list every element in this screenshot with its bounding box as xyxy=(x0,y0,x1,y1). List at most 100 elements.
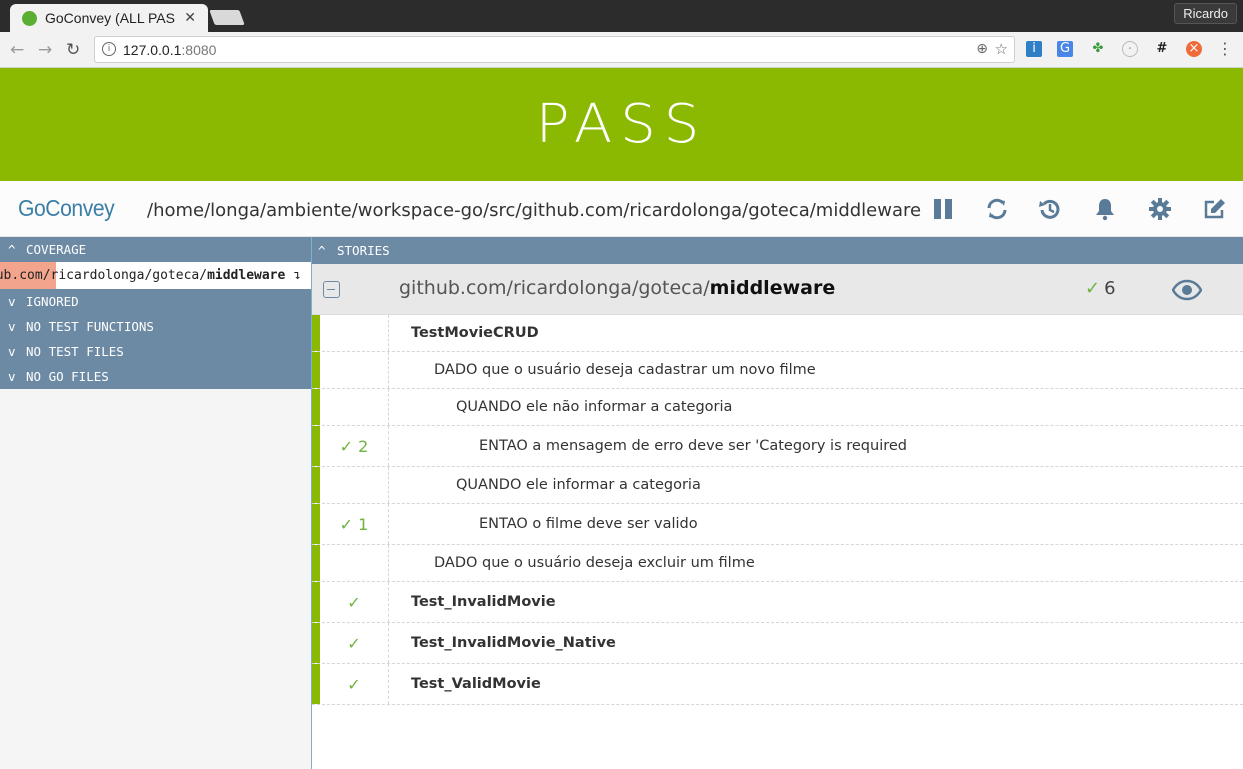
bookmark-star-icon[interactable]: ☆ xyxy=(995,40,1008,58)
extension-4-icon[interactable]: · xyxy=(1122,41,1138,57)
package-row: github.com/ricardolonga/goteca/middlewar… xyxy=(312,264,1243,315)
story-row: ✓ Test_InvalidMovie xyxy=(312,582,1243,623)
story-row: QUANDO ele informar a categoria xyxy=(312,467,1243,504)
collapse-icon[interactable] xyxy=(323,281,340,298)
section-label: NO TEST FILES xyxy=(26,344,124,359)
extension-6-icon[interactable]: × xyxy=(1186,41,1202,57)
controls-bar: GoConvey /home/longa/ambiente/workspace-… xyxy=(0,181,1243,237)
story-text: QUANDO ele não informar a categoria xyxy=(456,399,733,415)
section-label: NO GO FILES xyxy=(26,369,109,384)
story-text: ENTAO o filme deve ser valido xyxy=(479,516,698,532)
story-row: TestMovieCRUD xyxy=(312,315,1243,352)
chevron-up-icon: ^ xyxy=(8,242,16,257)
story-row: ✓ 1 ENTAO o filme deve ser valido xyxy=(312,504,1243,545)
new-tab-button[interactable] xyxy=(209,10,245,25)
pass-strip xyxy=(312,426,320,466)
edit-icon[interactable] xyxy=(1203,197,1227,221)
story-status xyxy=(320,389,389,425)
goconvey-favicon-icon xyxy=(22,10,37,26)
chevron-down-icon: v xyxy=(8,344,16,359)
story-row: ✓ Test_ValidMovie xyxy=(312,664,1243,705)
coverage-item[interactable]: ub.com/ricardolonga/goteca/middleware ↴ xyxy=(0,262,311,289)
coverage-package: ub.com/ricardolonga/goteca/middleware ↴ xyxy=(0,262,301,289)
story-status: ✓ xyxy=(320,582,389,622)
stories-label: STORIES xyxy=(337,243,390,258)
reload-icon[interactable]: ↻ xyxy=(66,40,80,60)
coverage-prefix: ub.com/ricardolonga/goteca/ xyxy=(0,268,208,283)
translate-extension-icon[interactable]: G xyxy=(1057,41,1073,57)
browser-menu-icon[interactable]: ⋮ xyxy=(1217,39,1233,58)
url-text: 127.0.0.1:8080 xyxy=(123,42,216,58)
site-info-icon[interactable]: i xyxy=(102,42,116,56)
address-bar[interactable]: i 127.0.0.1:8080 ⊕ ☆ xyxy=(94,36,1015,63)
zoom-icon[interactable]: ⊕ xyxy=(976,41,988,57)
pass-strip xyxy=(312,315,320,351)
pause-icon[interactable] xyxy=(931,197,955,221)
stories-panel: ^ STORIES github.com/ricardolonga/goteca/… xyxy=(312,237,1243,769)
no-go-files-section-header[interactable]: v NO GO FILES xyxy=(0,364,311,389)
story-status xyxy=(320,545,389,581)
no-test-functions-section-header[interactable]: v NO TEST FUNCTIONS xyxy=(0,314,311,339)
profile-button[interactable]: Ricardo xyxy=(1174,3,1237,24)
chevron-down-icon: v xyxy=(8,294,16,309)
package-name: github.com/ricardolonga/goteca/middlewar… xyxy=(399,277,835,299)
status-text: PASS xyxy=(535,93,708,156)
bell-icon[interactable] xyxy=(1093,197,1117,221)
pass-strip xyxy=(312,623,320,663)
coverage-section-header[interactable]: ^ COVERAGE xyxy=(0,237,311,262)
story-text[interactable]: Test_InvalidMovie xyxy=(389,582,1243,622)
refresh-icon[interactable] xyxy=(985,197,1009,221)
chevron-down-icon: v xyxy=(8,319,16,334)
story-row: ✓ Test_InvalidMovie_Native xyxy=(312,623,1243,664)
story-status xyxy=(320,315,389,351)
no-test-files-section-header[interactable]: v NO TEST FILES xyxy=(0,339,311,364)
pass-strip xyxy=(312,504,320,544)
chevron-up-icon: ^ xyxy=(318,243,326,258)
coverage-open-icon[interactable]: ↴ xyxy=(293,268,301,283)
pass-strip xyxy=(312,467,320,503)
back-arrow-icon[interactable]: ← xyxy=(10,40,24,60)
url-host: 127.0.0.1 xyxy=(123,42,182,58)
story-text[interactable]: Test_ValidMovie xyxy=(389,664,1243,704)
extension-1-icon[interactable]: i xyxy=(1026,41,1042,57)
check-icon: ✓ xyxy=(1085,278,1101,299)
watched-path[interactable]: /home/longa/ambiente/workspace-go/src/gi… xyxy=(147,200,921,221)
story-status xyxy=(320,467,389,503)
url-port: :8080 xyxy=(181,42,217,58)
browser-toolbar: ← → ↻ i 127.0.0.1:8080 ⊕ ☆ i G ✤ · # × ⋮ xyxy=(0,32,1243,68)
stories-section-header[interactable]: ^ STORIES xyxy=(312,237,1243,264)
story-text: DADO que o usuário deseja cadastrar um n… xyxy=(434,362,816,378)
story-text[interactable]: Test_InvalidMovie_Native xyxy=(389,623,1243,663)
story-row: ✓ 2 ENTAO a mensagem de erro deve ser 'Ca… xyxy=(312,426,1243,467)
pass-strip xyxy=(312,545,320,581)
story-status: ✓ xyxy=(320,623,389,663)
forward-arrow-icon[interactable]: → xyxy=(38,40,52,60)
pass-strip xyxy=(312,664,320,704)
story-text: DADO que o usuário deseja excluir um fil… xyxy=(434,555,755,571)
story-list: TestMovieCRUD DADO que o usuário deseja c… xyxy=(312,315,1243,705)
pass-strip xyxy=(312,352,320,388)
ignored-section-header[interactable]: v IGNORED xyxy=(0,289,311,314)
story-status: ✓ xyxy=(320,664,389,704)
story-row: DADO que o usuário deseja cadastrar um n… xyxy=(312,352,1243,389)
story-status: ✓ 1 xyxy=(320,504,389,544)
goconvey-logo[interactable]: GoConvey xyxy=(18,195,115,222)
story-text: ENTAO a mensagem de erro deve ser 'Categ… xyxy=(479,438,907,454)
hash-extension-icon[interactable]: # xyxy=(1154,41,1170,57)
tab-close-icon[interactable]: ✕ xyxy=(184,9,196,26)
package-prefix: github.com/ricardolonga/goteca/ xyxy=(399,277,710,299)
history-icon[interactable] xyxy=(1038,197,1062,221)
tab-title: GoConvey (ALL PAS xyxy=(45,10,175,26)
browser-tab-bar: GoConvey (ALL PAS ✕ Ricardo xyxy=(0,0,1243,32)
package-pass-count: ✓ 6 xyxy=(1085,278,1116,299)
story-text[interactable]: TestMovieCRUD xyxy=(389,315,1243,351)
extension-3-icon[interactable]: ✤ xyxy=(1090,41,1106,57)
section-label: NO TEST FUNCTIONS xyxy=(26,319,154,334)
collapsed-sections: v IGNORED v NO TEST FUNCTIONS v NO TEST FIL… xyxy=(0,289,311,389)
eye-icon[interactable] xyxy=(1171,278,1203,302)
gear-icon[interactable] xyxy=(1148,197,1172,221)
browser-tab[interactable]: GoConvey (ALL PAS ✕ xyxy=(10,4,208,32)
left-panel: ^ COVERAGE ub.com/ricardolonga/goteca/mid… xyxy=(0,237,312,769)
story-text: QUANDO ele informar a categoria xyxy=(456,477,701,493)
pass-count: 6 xyxy=(1104,278,1116,299)
